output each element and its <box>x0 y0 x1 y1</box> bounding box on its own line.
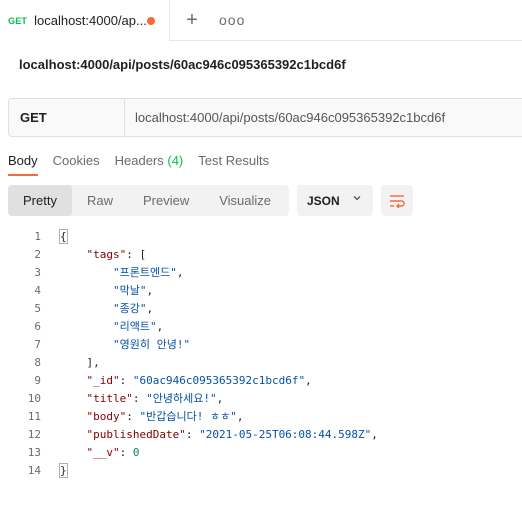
view-raw-button[interactable]: Raw <box>72 185 128 216</box>
tab-cookies[interactable]: Cookies <box>53 153 100 175</box>
code-text: } <box>59 463 68 478</box>
code-line: 10 "title": "안녕하세요!", <box>0 390 522 408</box>
code-line: 4 "막날", <box>0 282 522 300</box>
wrap-lines-icon <box>390 194 405 208</box>
request-tab[interactable]: GET localhost:4000/ap... <box>0 0 170 41</box>
tab-method-label: GET <box>8 15 28 26</box>
url-bar: GET <box>8 98 522 137</box>
method-select[interactable]: GET <box>9 99 125 136</box>
line-number: 12 <box>27 428 41 441</box>
url-input[interactable] <box>125 99 522 136</box>
code-text: "publishedDate": "2021-05-25T06:08:44.59… <box>86 428 378 441</box>
body-view-mode-switch: Pretty Raw Preview Visualize <box>8 185 289 216</box>
code-line: 5 "종강", <box>0 300 522 318</box>
code-line: 9 "_id": "60ac946c095365392c1bcd6f", <box>0 372 522 390</box>
code-line: 7 "영원히 안녕!" <box>0 336 522 354</box>
line-number: 11 <box>27 410 41 423</box>
chevron-down-icon <box>353 196 361 201</box>
response-tabs: Body Cookies Headers (4) Test Results <box>8 153 269 176</box>
request-name[interactable]: localhost:4000/api/posts/60ac946c0953653… <box>19 57 346 72</box>
code-text: "막날", <box>112 284 154 297</box>
line-number: 5 <box>34 302 41 315</box>
line-number: 9 <box>34 374 41 387</box>
request-tab-bar: GET localhost:4000/ap... + ooo <box>0 0 522 41</box>
language-select-label: JSON <box>307 193 340 208</box>
view-pretty-button[interactable]: Pretty <box>8 185 72 216</box>
code-text: "__v": 0 <box>86 446 140 459</box>
code-text: "리액트", <box>112 320 164 333</box>
line-number: 7 <box>34 338 41 351</box>
tab-title: localhost:4000/ap... <box>34 13 147 28</box>
line-number: 4 <box>34 284 41 297</box>
view-preview-button[interactable]: Preview <box>128 185 204 216</box>
line-number: 3 <box>34 266 41 279</box>
tab-body[interactable]: Body <box>8 153 38 176</box>
code-line: 13 "__v": 0 <box>0 444 522 462</box>
line-number: 13 <box>27 446 41 459</box>
tab-headers[interactable]: Headers (4) <box>115 153 184 175</box>
response-body-code[interactable]: 1{2 "tags": [3 "프론트엔드", 4 "막날", 5 "종강", 6 "… <box>0 228 522 480</box>
tab-test-results[interactable]: Test Results <box>198 153 269 175</box>
code-line: 1{ <box>0 228 522 246</box>
code-text: "tags": [ <box>86 248 147 261</box>
line-number: 14 <box>27 464 41 477</box>
view-visualize-button[interactable]: Visualize <box>204 185 286 216</box>
line-number: 10 <box>27 392 41 405</box>
code-line: 12 "publishedDate": "2021-05-25T06:08:44… <box>0 426 522 444</box>
code-line: 3 "프론트엔드", <box>0 264 522 282</box>
code-text: ], <box>60 356 100 369</box>
line-number: 2 <box>34 248 41 261</box>
code-line: 14} <box>0 462 522 480</box>
code-text: { <box>59 229 68 244</box>
tab-headers-label: Headers <box>114 153 164 168</box>
code-text: "title": "안녕하세요!", <box>86 392 224 405</box>
code-text: "프론트엔드", <box>112 266 184 279</box>
code-line: 6 "리액트", <box>0 318 522 336</box>
wrap-lines-button[interactable] <box>381 185 413 216</box>
more-horizontal-icon[interactable]: ooo <box>219 12 245 28</box>
code-text: "영원히 안녕!" <box>112 338 191 351</box>
line-number: 1 <box>34 230 41 243</box>
code-line: 8 ], <box>0 354 522 372</box>
code-text: "종강", <box>112 302 154 315</box>
code-text: "body": "반갑습니다! ㅎㅎ", <box>86 410 244 423</box>
code-line: 2 "tags": [ <box>0 246 522 264</box>
unsaved-changes-dot-icon <box>147 17 155 25</box>
code-line: 11 "body": "반갑습니다! ㅎㅎ", <box>0 408 522 426</box>
plus-icon[interactable]: + <box>184 10 200 30</box>
line-number: 6 <box>34 320 41 333</box>
headers-count-badge: (4) <box>167 153 184 168</box>
language-select[interactable]: JSON <box>297 185 373 216</box>
code-text: "_id": "60ac946c095365392c1bcd6f", <box>86 374 312 387</box>
line-number: 8 <box>34 356 41 369</box>
